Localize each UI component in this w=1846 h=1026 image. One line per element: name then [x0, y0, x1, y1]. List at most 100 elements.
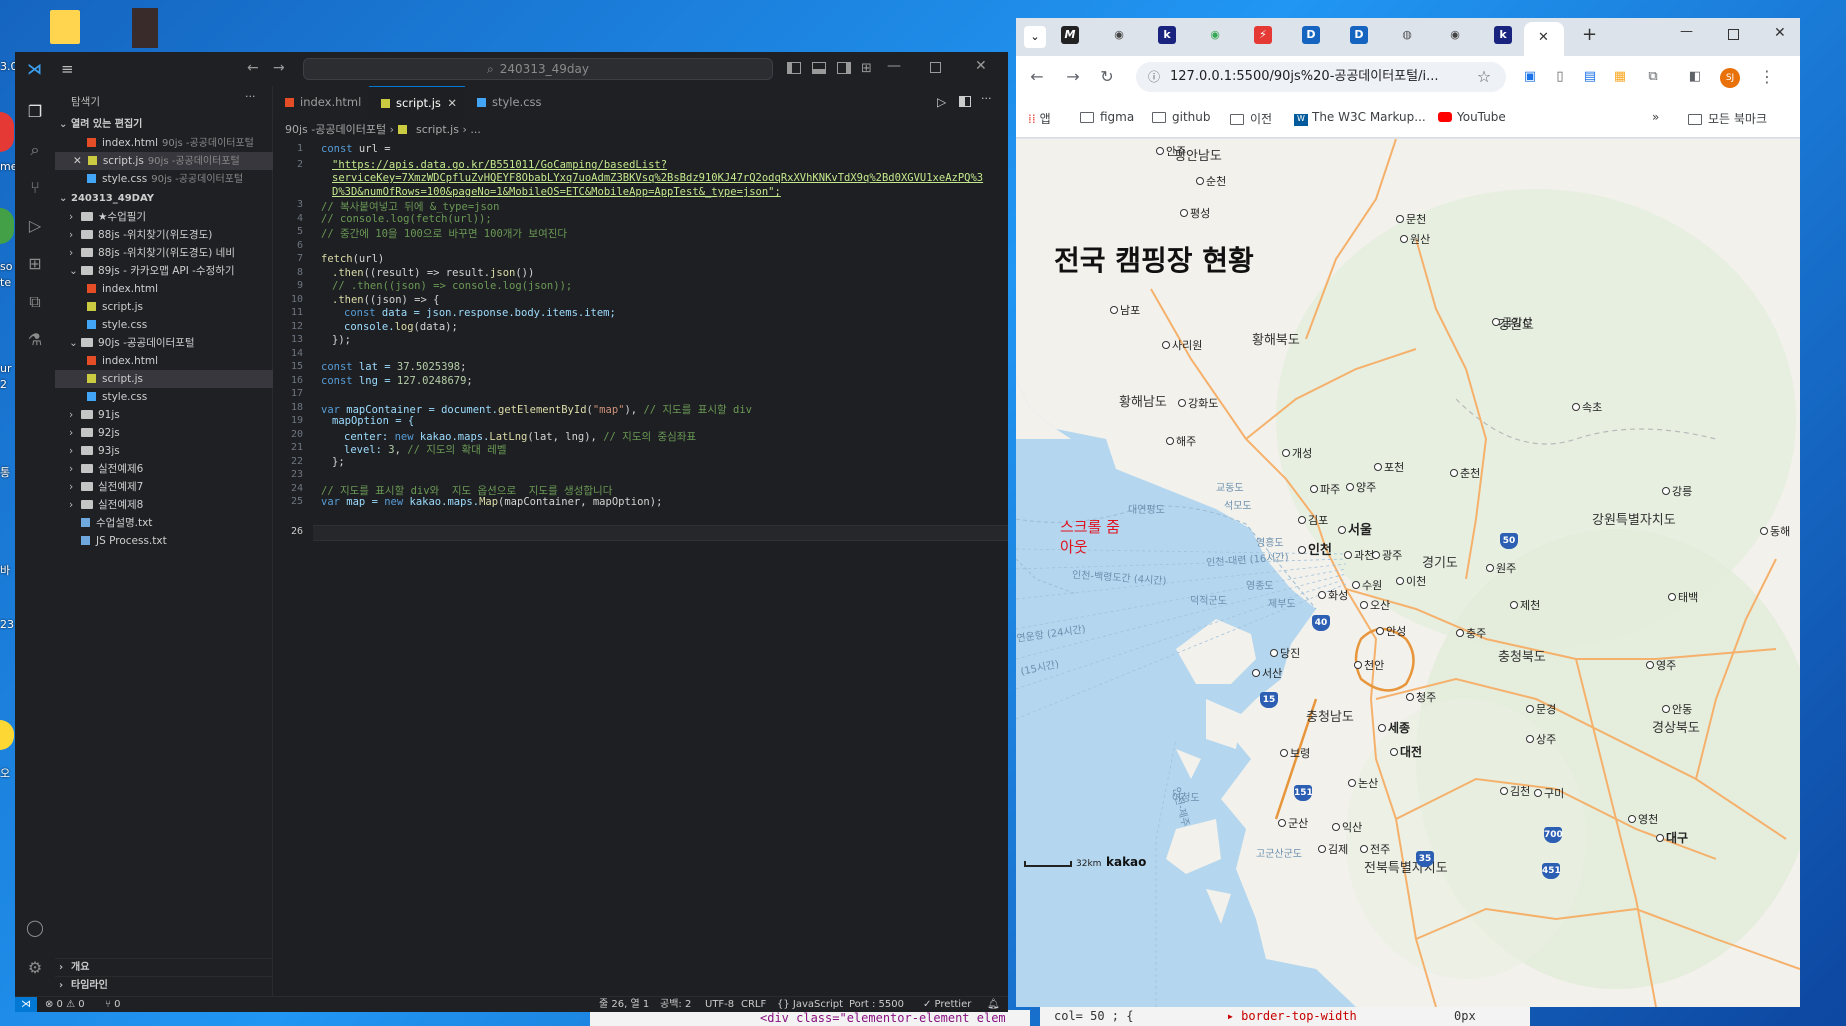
tab-search-button[interactable]: ⌄ — [1024, 26, 1046, 48]
tab-script-js[interactable]: script.js ✕ — [369, 86, 465, 119]
bookmark-folder[interactable]: github — [1152, 110, 1210, 124]
tree-file[interactable]: script.js — [55, 370, 273, 388]
timeline-section[interactable]: › 타임라인 — [55, 976, 273, 994]
tab-index-html[interactable]: index.html — [273, 86, 369, 119]
tab-favicon[interactable]: k — [1158, 26, 1176, 44]
kakao-map[interactable]: 전국 캠핑장 현황 스크롤 줌아웃 평안남도 황해북도 황해남도 강원도 강원특… — [1016, 139, 1800, 1007]
prettier-status[interactable]: ✓ Prettier — [923, 997, 971, 1012]
open-editor-item[interactable]: style.css 90js -공공데이터포털 — [55, 170, 273, 188]
bell-icon[interactable]: 🔔︎ — [987, 997, 1000, 1012]
tree-file[interactable]: style.css — [55, 388, 273, 406]
tab-style-css[interactable]: style.css — [465, 86, 561, 119]
close-icon[interactable]: ✕ — [73, 155, 82, 167]
extension-icon[interactable]: ▦ — [1609, 66, 1631, 88]
tab-d-icon[interactable]: D — [1350, 26, 1368, 44]
forward-arrow-icon[interactable]: → — [1062, 66, 1084, 88]
forward-arrow-icon[interactable]: → — [273, 60, 285, 76]
more-actions-icon[interactable]: ··· — [245, 90, 256, 103]
tree-file[interactable]: 수업설명.txt — [55, 514, 273, 532]
close-tab-icon[interactable]: ✕ — [1538, 30, 1549, 45]
tree-file[interactable]: style.css — [55, 316, 273, 334]
tree-folder[interactable]: › 실전예제7 — [55, 478, 273, 496]
open-editor-item[interactable]: ✕ script.js 90js -공공데이터포털 — [55, 152, 273, 170]
map-pin-icon[interactable]: ◉ — [1446, 26, 1464, 44]
maximize-button[interactable] — [930, 62, 941, 73]
tree-file[interactable]: script.js — [55, 298, 273, 316]
site-info-icon[interactable]: ⓘ — [1148, 62, 1160, 92]
all-bookmarks[interactable]: 모든 북마크 — [1688, 110, 1767, 127]
bookmark-apps[interactable]: ⁞⁞ 앱 — [1028, 110, 1051, 127]
bookmarks-overflow-icon[interactable]: » — [1652, 110, 1659, 124]
menu-kebab-icon[interactable]: ⋮ — [1756, 66, 1778, 88]
active-tab[interactable]: ✕ — [1524, 22, 1564, 56]
breadcrumb-item[interactable]: ... — [470, 123, 481, 136]
explorer-icon[interactable]: ❐ — [25, 102, 45, 122]
search-icon[interactable]: ⌕ — [25, 140, 45, 160]
bookmark-star-icon[interactable]: ☆ — [1473, 66, 1495, 88]
menu-icon[interactable]: ≡ — [61, 60, 79, 78]
tree-folder[interactable]: › 92js — [55, 424, 273, 442]
open-editors-header[interactable]: ⌄ 열려 있는 편집기 — [55, 116, 273, 134]
layout-icon[interactable]: ⊞ — [861, 61, 872, 76]
address-bar[interactable]: ⓘ 127.0.0.1:5500/90js%20-공공데이터포털/i... — [1136, 62, 1506, 92]
tab-favicon[interactable]: k — [1494, 26, 1512, 44]
breadcrumb-item[interactable]: 90js -공공데이터포털 — [285, 123, 386, 136]
profile-avatar[interactable]: SJ — [1720, 68, 1740, 88]
outline-section[interactable]: › 개요 — [55, 958, 273, 976]
close-button[interactable]: ✕ — [975, 58, 987, 74]
bookmark-w3c[interactable]: W The W3C Markup... — [1294, 110, 1426, 126]
tree-folder[interactable]: › 실전예제8 — [55, 496, 273, 514]
cursor-position-status[interactable]: 줄 26, 열 1 — [599, 997, 649, 1012]
tree-file[interactable]: JS Process.txt — [55, 532, 273, 550]
run-debug-icon[interactable]: ▷ — [25, 216, 45, 236]
tree-folder[interactable]: ⌄ 90js -공공데이터포털 — [55, 334, 273, 352]
remote-indicator-icon[interactable]: ⋊ — [15, 997, 37, 1012]
side-panel-icon[interactable]: ◧ — [1684, 66, 1706, 88]
more-actions-icon[interactable]: ··· — [981, 92, 992, 105]
tree-folder[interactable]: › 88js -위치찾기(위도경도) 네비 — [55, 244, 273, 262]
tree-folder[interactable]: › 88js -위치찾기(위도경도) — [55, 226, 273, 244]
chrome-desktop-icon[interactable] — [0, 112, 14, 152]
app-desktop-icon[interactable] — [0, 208, 14, 244]
globe-icon[interactable]: ◍ — [1398, 26, 1416, 44]
eol-status[interactable]: CRLF — [741, 997, 766, 1012]
tree-file[interactable]: index.html — [55, 352, 273, 370]
minimize-button[interactable]: — — [1680, 24, 1693, 39]
settings-gear-icon[interactable]: ⚙ — [25, 958, 45, 978]
kakao-desktop-icon[interactable] — [0, 720, 14, 750]
folder-desktop-icon[interactable] — [50, 10, 80, 44]
tree-folder[interactable]: ⌄ 89js - 카카오맵 API -수정하기 — [55, 262, 273, 280]
source-control-icon[interactable]: ⑂ — [25, 178, 45, 198]
toggle-panel-icon[interactable] — [812, 62, 826, 74]
tree-file[interactable]: index.html — [55, 280, 273, 298]
new-tab-button[interactable]: + — [1582, 24, 1597, 45]
bookmark-youtube[interactable]: YouTube — [1438, 110, 1506, 124]
map-pin-icon[interactable]: ◉ — [1110, 26, 1128, 44]
run-icon[interactable]: ▷ — [937, 95, 946, 109]
minimize-button[interactable]: — — [887, 58, 901, 74]
back-arrow-icon[interactable]: ← — [247, 60, 259, 76]
tree-folder[interactable]: › 93js — [55, 442, 273, 460]
extension-icon[interactable]: ▤ — [1579, 66, 1601, 88]
encoding-status[interactable]: UTF-8 — [705, 997, 734, 1012]
bookmark-folder[interactable]: figma — [1080, 110, 1134, 124]
testing-icon[interactable]: ⚗ — [25, 330, 45, 350]
toggle-sidebar-icon[interactable] — [787, 62, 801, 74]
tree-folder[interactable]: › 91js — [55, 406, 273, 424]
extensions-icon[interactable]: ⊞ — [25, 254, 45, 274]
open-editor-item[interactable]: index.html 90js -공공데이터포털 — [55, 134, 273, 152]
tree-folder[interactable]: › ★수업필기 — [55, 208, 273, 226]
extensions-puzzle-icon[interactable]: ⧉ — [1642, 66, 1664, 88]
reload-icon[interactable]: ↻ — [1096, 66, 1118, 88]
toggle-secondary-sidebar-icon[interactable] — [837, 62, 851, 74]
remote-explorer-icon[interactable]: ⧉ — [25, 292, 45, 312]
maximize-button[interactable] — [1728, 29, 1739, 40]
account-icon[interactable]: ◯ — [25, 918, 45, 938]
back-arrow-icon[interactable]: ← — [1026, 66, 1048, 88]
workspace-folder-header[interactable]: ⌄ 240313_49DAY — [55, 190, 273, 208]
code-editor[interactable]: 1 2 3 4 5 6 7 8 9 10 11 12 13 14 15 16 17 18 19 20 21 22 23 24 2… — [273, 141, 1008, 996]
problems-status[interactable]: ⊗ 0 ⚠ 0 — [45, 997, 85, 1012]
tab-d-icon[interactable]: D — [1302, 26, 1320, 44]
close-icon[interactable]: ✕ — [447, 87, 457, 120]
live-server-port-status[interactable]: Port : 5500 — [849, 997, 904, 1012]
